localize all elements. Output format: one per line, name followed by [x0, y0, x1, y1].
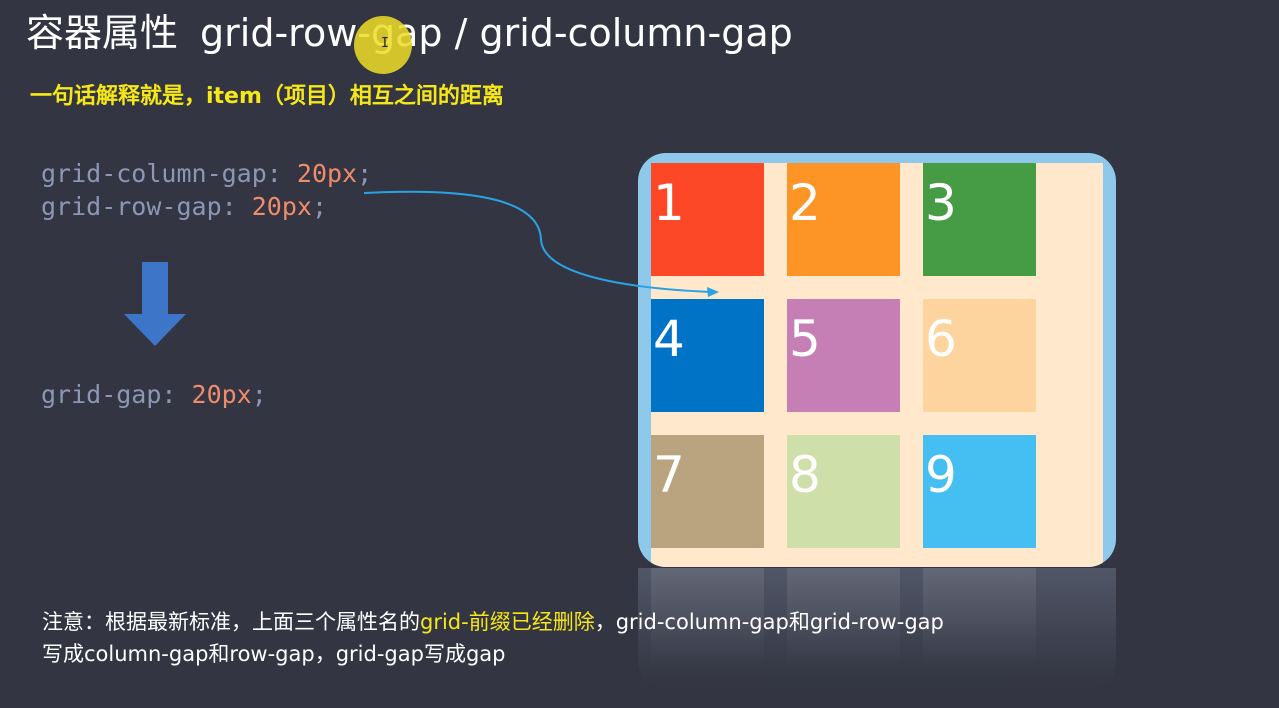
note-line-1: 注意：根据最新标准，上面三个属性名的grid-前缀已经删除，grid-colum… [42, 606, 944, 638]
note-highlight: grid-前缀已经删除 [420, 610, 595, 634]
note-text: 注意：根据最新标准，上面三个属性名的grid-前缀已经删除，grid-colum… [42, 606, 944, 670]
note-line-1-part-1: 注意：根据最新标准，上面三个属性名的 [42, 610, 420, 634]
curved-arrow-icon [363, 190, 719, 297]
note-line-2: 写成column-gap和row-gap，grid-gap写成gap [42, 642, 506, 666]
note-line-1-part-2: ，grid-column-gap和grid-row-gap [594, 610, 944, 634]
